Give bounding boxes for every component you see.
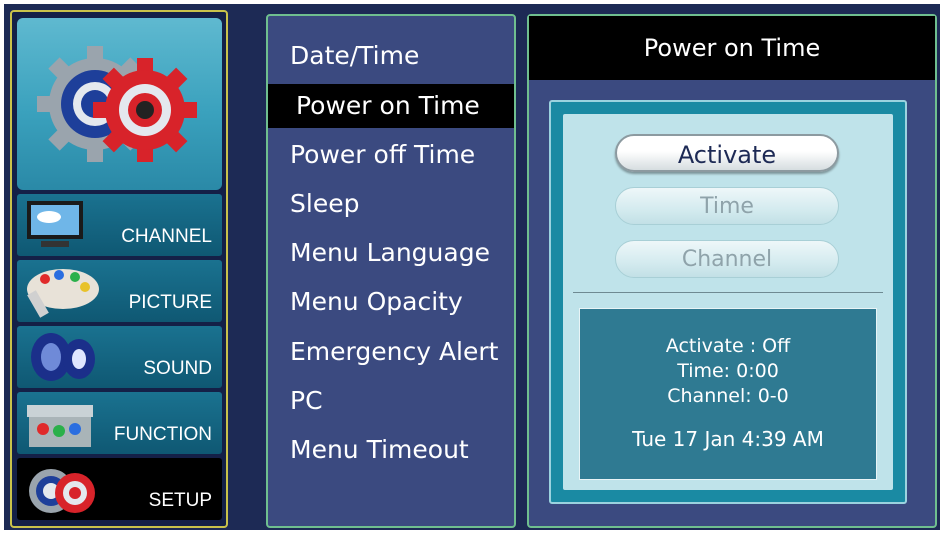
channel-button[interactable]: Channel — [615, 240, 839, 278]
category-setup[interactable]: SETUP — [17, 458, 222, 520]
channel-status: Channel: 0-0 — [667, 385, 789, 407]
current-datetime: Tue 17 Jan 4:39 AM — [632, 427, 824, 451]
category-label: FUNCTION — [113, 424, 212, 445]
menu-item-menu-opacity[interactable]: Menu Opacity — [268, 280, 514, 324]
palette-icon — [27, 269, 99, 318]
time-button[interactable]: Time — [615, 187, 839, 225]
speaker-icon — [31, 333, 95, 381]
category-label: PICTURE — [128, 292, 212, 313]
category-panel: CHANNEL PICTURE SOUND FUNCTION SETUP — [10, 10, 228, 528]
time-status: Time: 0:00 — [677, 360, 779, 382]
status-info-box: Activate : Off Time: 0:00 Channel: 0-0 T… — [579, 308, 877, 480]
menu-item-pc[interactable]: PC — [268, 379, 514, 423]
toolbox-icon — [27, 405, 93, 447]
category-channel[interactable]: CHANNEL — [17, 194, 222, 256]
menu-item-sleep[interactable]: Sleep — [268, 182, 514, 226]
setup-menu: Date/Time Power on Time Power off Time S… — [266, 14, 516, 528]
activate-status: Activate : Off — [665, 335, 791, 357]
category-function[interactable]: FUNCTION — [17, 392, 222, 454]
gears-icon — [29, 469, 95, 513]
power-on-time-panel: Power on Time Activate Time Channel Acti… — [527, 14, 937, 528]
activate-button[interactable]: Activate — [615, 134, 839, 172]
menu-item-power-on-time[interactable]: Power on Time — [268, 84, 514, 128]
menu-item-date-time[interactable]: Date/Time — [268, 34, 514, 78]
menu-item-menu-language[interactable]: Menu Language — [268, 231, 514, 275]
gears-logo-icon — [37, 46, 197, 162]
category-label: CHANNEL — [121, 226, 212, 247]
setup-logo-tile — [17, 18, 222, 190]
panel-title: Power on Time — [529, 16, 935, 80]
menu-item-power-off-time[interactable]: Power off Time — [268, 133, 514, 177]
divider — [573, 292, 883, 293]
category-label: SETUP — [148, 490, 212, 511]
category-picture[interactable]: PICTURE — [17, 260, 222, 322]
category-label: SOUND — [143, 358, 212, 379]
settings-frame: Activate Time Channel Activate : Off Tim… — [549, 100, 907, 504]
menu-item-emergency-alert[interactable]: Emergency Alert — [268, 330, 514, 374]
settings-box: Activate Time Channel Activate : Off Tim… — [563, 114, 893, 490]
menu-item-menu-timeout[interactable]: Menu Timeout — [268, 428, 514, 472]
tv-icon — [27, 201, 83, 247]
category-sound[interactable]: SOUND — [17, 326, 222, 388]
